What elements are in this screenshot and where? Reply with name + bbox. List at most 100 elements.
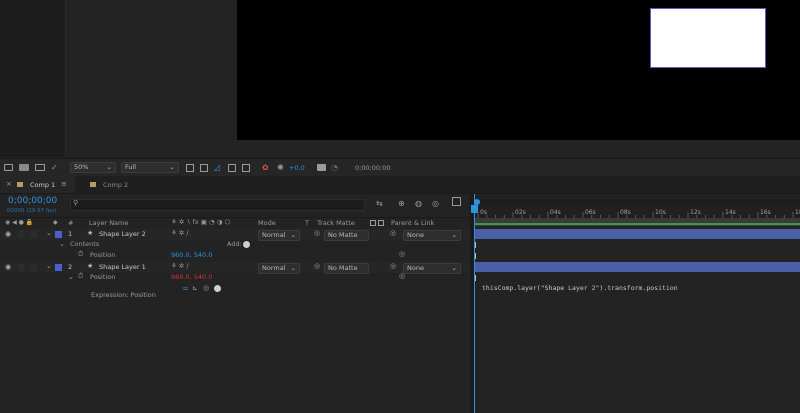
matte-invert-icon: [378, 220, 384, 226]
comp-mini-flowchart-icon[interactable]: ⇆: [376, 199, 383, 208]
shy-layers-icon[interactable]: ◍: [415, 199, 422, 208]
pick-whip-icon[interactable]: ◎: [399, 272, 405, 280]
ruler-label: 14s: [725, 209, 736, 216]
playhead-handle[interactable]: [471, 205, 478, 213]
collapse-chevron-icon[interactable]: ⌄: [46, 229, 52, 237]
color-channel-icon[interactable]: ✿: [262, 163, 269, 172]
layer-search-input[interactable]: ⚲: [70, 199, 365, 211]
pick-whip-icon[interactable]: ◎: [390, 229, 396, 237]
chevron-down-icon: ⌄: [451, 231, 457, 239]
work-area-bar[interactable]: [474, 218, 800, 226]
pick-whip-icon[interactable]: ◎: [399, 250, 405, 258]
track-matte-value: No Matte: [328, 264, 358, 272]
chevron-down-icon: ⌄: [169, 163, 175, 171]
ruler-label: 10s: [655, 209, 666, 216]
resolution-select[interactable]: Full ⌄: [121, 162, 179, 173]
column-layer-name[interactable]: Layer Name: [89, 219, 128, 227]
stopwatch-icon[interactable]: ⏱: [78, 250, 83, 259]
viewer-timecode[interactable]: 0;00;00;00: [355, 164, 391, 172]
column-track-matte[interactable]: Track Matte: [317, 219, 355, 227]
keyframe-marker[interactable]: [475, 242, 476, 248]
frame-info: 00000 (29.97 fps): [7, 208, 57, 214]
layer-name[interactable]: Shape Layer 2: [99, 230, 146, 238]
layer-duration-bar[interactable]: [474, 229, 800, 239]
pasteboard-divider: [65, 0, 66, 157]
mask-path-icon[interactable]: ◿: [214, 163, 220, 172]
label-color-swatch[interactable]: [55, 231, 62, 238]
nav-bar[interactable]: [474, 199, 800, 205]
column-mode[interactable]: Mode: [258, 219, 276, 227]
stopwatch-icon[interactable]: ⏱: [78, 272, 83, 281]
film-icon[interactable]: [19, 164, 29, 171]
camera-icon[interactable]: [317, 164, 326, 171]
fast-preview-icon[interactable]: [186, 164, 194, 172]
time-ruler[interactable]: 0s 02s 04s 06s 08s 10s 12s 14s 16s 18s: [474, 206, 800, 218]
expand-chevron-icon[interactable]: ⌄: [59, 240, 65, 248]
av-switches-icon: ◉ ◀ ● 🔒: [5, 219, 34, 226]
expand-chevron-icon[interactable]: ⌄: [68, 273, 74, 281]
solo-box[interactable]: [18, 264, 24, 271]
column-number: #: [68, 219, 74, 227]
layer-row[interactable]: ◉ ⌄ 1 ★ Shape Layer 2 ⚘ ✲ ∕ Normal ⌄ ◎ N…: [0, 229, 470, 241]
tab-label: Comp 1: [30, 181, 56, 189]
tab-comp-2[interactable]: Comp 2: [85, 176, 155, 193]
eye-icon[interactable]: ◉: [5, 230, 11, 238]
property-row[interactable]: ⏱ Position 960.0, 540.0 ◎: [0, 250, 470, 261]
white-shape[interactable]: [650, 8, 766, 68]
region-of-interest-icon[interactable]: [228, 164, 236, 172]
composition-icon: [90, 182, 96, 187]
viewer-panel: [0, 0, 800, 157]
resolution-value: Full: [125, 163, 137, 171]
exposure-icon[interactable]: ✺: [277, 163, 284, 172]
matte-toggle-icon: [370, 220, 376, 226]
keyframe-marker[interactable]: [475, 253, 476, 259]
label-color-swatch[interactable]: [55, 264, 62, 271]
ruler-label: 18s: [795, 209, 800, 216]
lock-box[interactable]: [31, 231, 37, 238]
chevron-down-icon: ⌄: [106, 163, 112, 171]
toggle-mask-icon[interactable]: [4, 164, 13, 171]
display-icon[interactable]: [35, 164, 45, 171]
current-timecode[interactable]: 0;00;00;00: [8, 196, 57, 206]
close-icon[interactable]: ×: [6, 180, 12, 188]
property-name: Position: [90, 273, 116, 281]
show-snapshot-icon[interactable]: ◔: [331, 163, 338, 172]
snapshot-icon[interactable]: ✓: [51, 163, 58, 172]
contents-row[interactable]: ⌄ Contents Add:: [0, 240, 470, 250]
property-row[interactable]: ⌄ ⏱ Position 960.0, 540.0 ◎: [0, 272, 470, 283]
motion-blur-icon[interactable]: ◎: [432, 199, 439, 208]
property-value[interactable]: 960.0, 540.0: [171, 251, 212, 259]
layer-duration-bar[interactable]: [474, 262, 800, 272]
property-value-expression[interactable]: 960.0, 540.0: [171, 273, 212, 281]
work-area-range[interactable]: [474, 223, 800, 225]
keyframe-marker[interactable]: [475, 275, 476, 281]
exposure-value[interactable]: +0.0: [289, 164, 305, 172]
tab-comp-1[interactable]: × Comp 1 ≡: [0, 176, 75, 193]
solo-box[interactable]: [18, 231, 24, 238]
playhead[interactable]: [471, 194, 478, 413]
time-ruler-area: 0s 02s 04s 06s 08s 10s 12s 14s 16s 18s thisComp.l…: [471, 194, 800, 413]
matte-link-icon[interactable]: ◎: [314, 229, 320, 237]
lock-box[interactable]: [31, 264, 37, 271]
pick-whip-icon[interactable]: ◎: [390, 262, 396, 270]
draft-3d-icon[interactable]: ⊕: [398, 199, 405, 208]
layer-switches[interactable]: ⚘ ✲ ∕: [171, 262, 189, 270]
contents-label: Contents: [70, 240, 100, 248]
layer-name[interactable]: Shape Layer 1: [99, 263, 146, 271]
comp-canvas[interactable]: [237, 0, 800, 140]
matte-link-icon[interactable]: ◎: [314, 262, 320, 270]
add-button-icon[interactable]: [243, 241, 250, 248]
collapse-chevron-icon[interactable]: ⌄: [46, 262, 52, 270]
column-parent-link[interactable]: Parent & Link: [391, 219, 434, 227]
grid-icon[interactable]: [242, 164, 250, 172]
graph-editor-icon[interactable]: [452, 197, 461, 206]
zoom-select[interactable]: 50% ⌄: [70, 162, 116, 173]
layer-switches[interactable]: ⚘ ✲ ∕: [171, 229, 189, 237]
tab-bar: × Comp 1 ≡ Comp 2: [0, 176, 800, 194]
eye-icon[interactable]: ◉: [5, 263, 11, 271]
tab-menu-icon[interactable]: ≡: [61, 180, 67, 188]
ruler-label: 16s: [760, 209, 771, 216]
transparency-grid-icon[interactable]: [200, 164, 208, 172]
label-column-icon: ◆: [53, 219, 58, 226]
expression-text[interactable]: thisComp.layer("Shape Layer 2").transfor…: [482, 284, 678, 292]
